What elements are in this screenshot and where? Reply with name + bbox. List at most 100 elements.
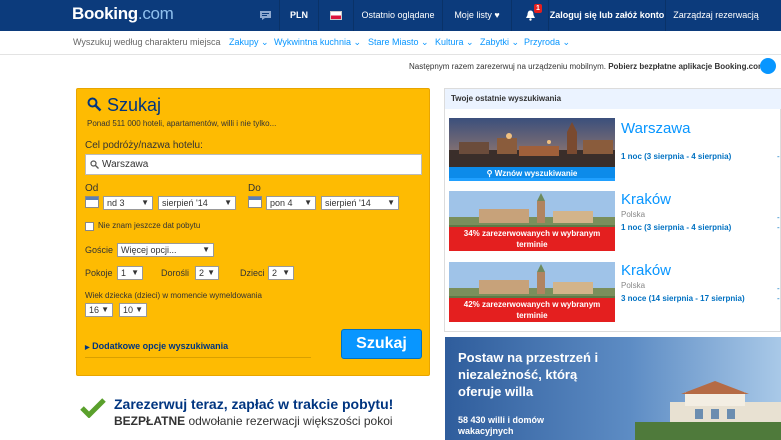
poland-flag-icon (330, 11, 342, 21)
country-flag-button[interactable] (319, 0, 353, 31)
divider (85, 357, 311, 358)
more-indicator: - (777, 223, 780, 232)
chevron-down-icon: ▼ (131, 268, 139, 277)
recent-dates: 1 noc (3 sierpnia - 4 sierpnia) (621, 223, 732, 232)
search-box: Szukaj Ponad 511 000 hoteli, apartamentó… (76, 88, 430, 376)
pay-later-heading: Zarezerwuj teraz, zapłać w trakcie pobyt… (114, 396, 394, 412)
checkin-label: Od (85, 183, 99, 194)
chevron-down-icon: ▼ (202, 245, 210, 254)
triangle-right-icon: ▶ (85, 345, 90, 351)
adults-select[interactable]: 2 ▼ (195, 266, 219, 280)
recent-country: Polska (621, 281, 646, 290)
chevron-down-icon: ▼ (101, 305, 109, 314)
free-cancellation-rest: odwołanie rezerwacji większości pokoi (188, 414, 393, 428)
checkout-day-select[interactable]: pon 4 ▼ (266, 196, 316, 210)
recent-city-name[interactable]: Kraków (621, 191, 671, 208)
checkout-day-value: pon 4 (270, 198, 293, 208)
search-icon (90, 160, 99, 169)
checkin-calendar-icon[interactable] (85, 196, 99, 208)
search-button[interactable]: Szukaj (341, 329, 422, 359)
checkin-month-select[interactable]: sierpień '14 ▼ (158, 196, 236, 210)
checkout-calendar-icon[interactable] (248, 196, 262, 208)
logo-name: Booking (72, 4, 138, 23)
child-age-1-value: 16 (89, 305, 100, 315)
heart-icon: ♥ (494, 10, 500, 20)
search-icon: ⚲ (486, 169, 493, 178)
guests-select[interactable]: Więcej opcji... ▼ (117, 243, 214, 257)
recent-searches-heading: Twoje ostatnie wyszukiwania (445, 89, 781, 109)
manage-booking-button[interactable]: Zarządzaj rezerwacją (666, 0, 766, 31)
recent-dates: 1 noc (3 sierpnia - 4 sierpnia) (621, 152, 732, 161)
more-options-label: Dodatkowe opcje wyszukiwania (92, 341, 229, 351)
more-indicator: - (777, 213, 780, 222)
child-age-1-select[interactable]: 16 ▼ (85, 303, 113, 317)
destination-value: Warszawa (102, 159, 149, 170)
search-icon (87, 97, 102, 112)
ad-subtext: 58 430 willi i domów wakacyjnych (458, 415, 545, 436)
checkmark-icon (80, 398, 106, 418)
chat-icon (259, 11, 271, 21)
subnav-label: Wyszukuj według charakteru miejsca (73, 37, 221, 47)
theme-navigation: Wyszukuj według charakteru miejsca Zakup… (0, 31, 781, 55)
guests-value: Więcej opcji... (121, 245, 177, 255)
chevron-down-icon: ▼ (135, 305, 143, 314)
subnav-item-shopping[interactable]: Zakupy ⌄ (229, 37, 269, 48)
child-age-2-select[interactable]: 10 ▼ (119, 303, 147, 317)
checkout-month-value: sierpień '14 (325, 198, 371, 208)
subnav-item-old-town[interactable]: Stare Miasto ⌄ (368, 37, 429, 48)
checkout-month-select[interactable]: sierpień '14 ▼ (321, 196, 399, 210)
promo-link[interactable]: Pobierz bezpłatne aplikacje Booking.com (608, 62, 765, 71)
subnav-item-culture[interactable]: Kultura ⌄ (435, 37, 474, 48)
child-age-label: Wiek dziecka (dzieci) w momencie wymeldo… (85, 291, 262, 300)
more-options-toggle[interactable]: ▶ Dodatkowe opcje wyszukiwania (85, 341, 228, 351)
booked-percentage-banner: 34% zarezerwowanych w wybranym terminie (449, 227, 615, 251)
recent-city-name[interactable]: Kraków (621, 262, 671, 279)
destination-input[interactable]: Warszawa (85, 154, 422, 175)
resume-search-banner[interactable]: ⚲ Wznów wyszukiwanie (449, 167, 615, 181)
recent-dates: 3 noce (14 sierpnia - 17 sierpnia) (621, 294, 745, 303)
login-button[interactable]: Zaloguj się lub załóż konto (549, 0, 665, 31)
wishlists-button[interactable]: Moje listy ♥ (443, 0, 511, 31)
free-label: BEZPŁATNE (114, 414, 186, 428)
more-indicator: - (777, 284, 780, 293)
search-subtitle: Ponad 511 000 hoteli, apartamentów, will… (87, 119, 277, 128)
adults-value: 2 (199, 268, 205, 278)
top-navigation-bar: Booking.com PLN Ostatnio oglądane Moje l… (0, 0, 781, 31)
promo-text: Następnym razem zarezerwuj na urządzeniu… (409, 62, 606, 71)
recent-city-name[interactable]: Warszawa (621, 120, 690, 137)
chevron-down-icon: ▼ (387, 198, 395, 207)
subnav-item-fine-dining[interactable]: Wykwintna kuchnia ⌄ (274, 37, 361, 48)
recently-viewed-button[interactable]: Ostatnio oglądane (354, 0, 442, 31)
more-indicator: - (777, 294, 780, 303)
subnav-item-monuments[interactable]: Zabytki ⌄ (480, 37, 519, 48)
wishlists-label: Moje listy (454, 10, 492, 20)
adults-label: Dorośli (161, 268, 190, 278)
notification-badge: 1 (534, 4, 542, 13)
chevron-down-icon: ▼ (207, 268, 215, 277)
rooms-select[interactable]: 1 ▼ (117, 266, 143, 280)
children-select[interactable]: 2 ▼ (268, 266, 294, 280)
no-dates-checkbox[interactable] (85, 222, 94, 231)
guests-label: Goście (85, 245, 114, 255)
children-value: 2 (272, 268, 278, 278)
villa-advertisement[interactable]: Postaw na przestrzeń i niezależność, któ… (445, 337, 781, 440)
rooms-label: Pokoje (85, 268, 113, 278)
checkin-day-select[interactable]: nd 3 ▼ (103, 196, 153, 210)
notifications-button[interactable] (512, 0, 548, 31)
free-cancellation-text: BEZPŁATNE odwołanie rezerwacji większośc… (114, 414, 393, 428)
ad-headline: Postaw na przestrzeń i niezależność, któ… (458, 350, 599, 399)
chevron-down-icon: ▼ (304, 198, 312, 207)
rooms-value: 1 (121, 268, 127, 278)
booking-logo[interactable]: Booking.com (72, 4, 174, 24)
destination-label: Cel podróży/nazwa hotelu: (85, 140, 203, 151)
resume-search-label: Wznów wyszukiwanie (494, 169, 578, 178)
chevron-down-icon: ▼ (224, 198, 232, 207)
chevron-down-icon: ▼ (141, 198, 149, 207)
checkout-label: Do (248, 183, 261, 194)
subnav-item-nature[interactable]: Przyroda ⌄ (524, 37, 570, 48)
language-button[interactable] (252, 0, 278, 31)
apple-app-icon[interactable] (760, 58, 776, 74)
search-title: Szukaj (87, 95, 161, 116)
currency-button[interactable]: PLN (280, 0, 318, 31)
more-indicator: - (777, 152, 780, 161)
